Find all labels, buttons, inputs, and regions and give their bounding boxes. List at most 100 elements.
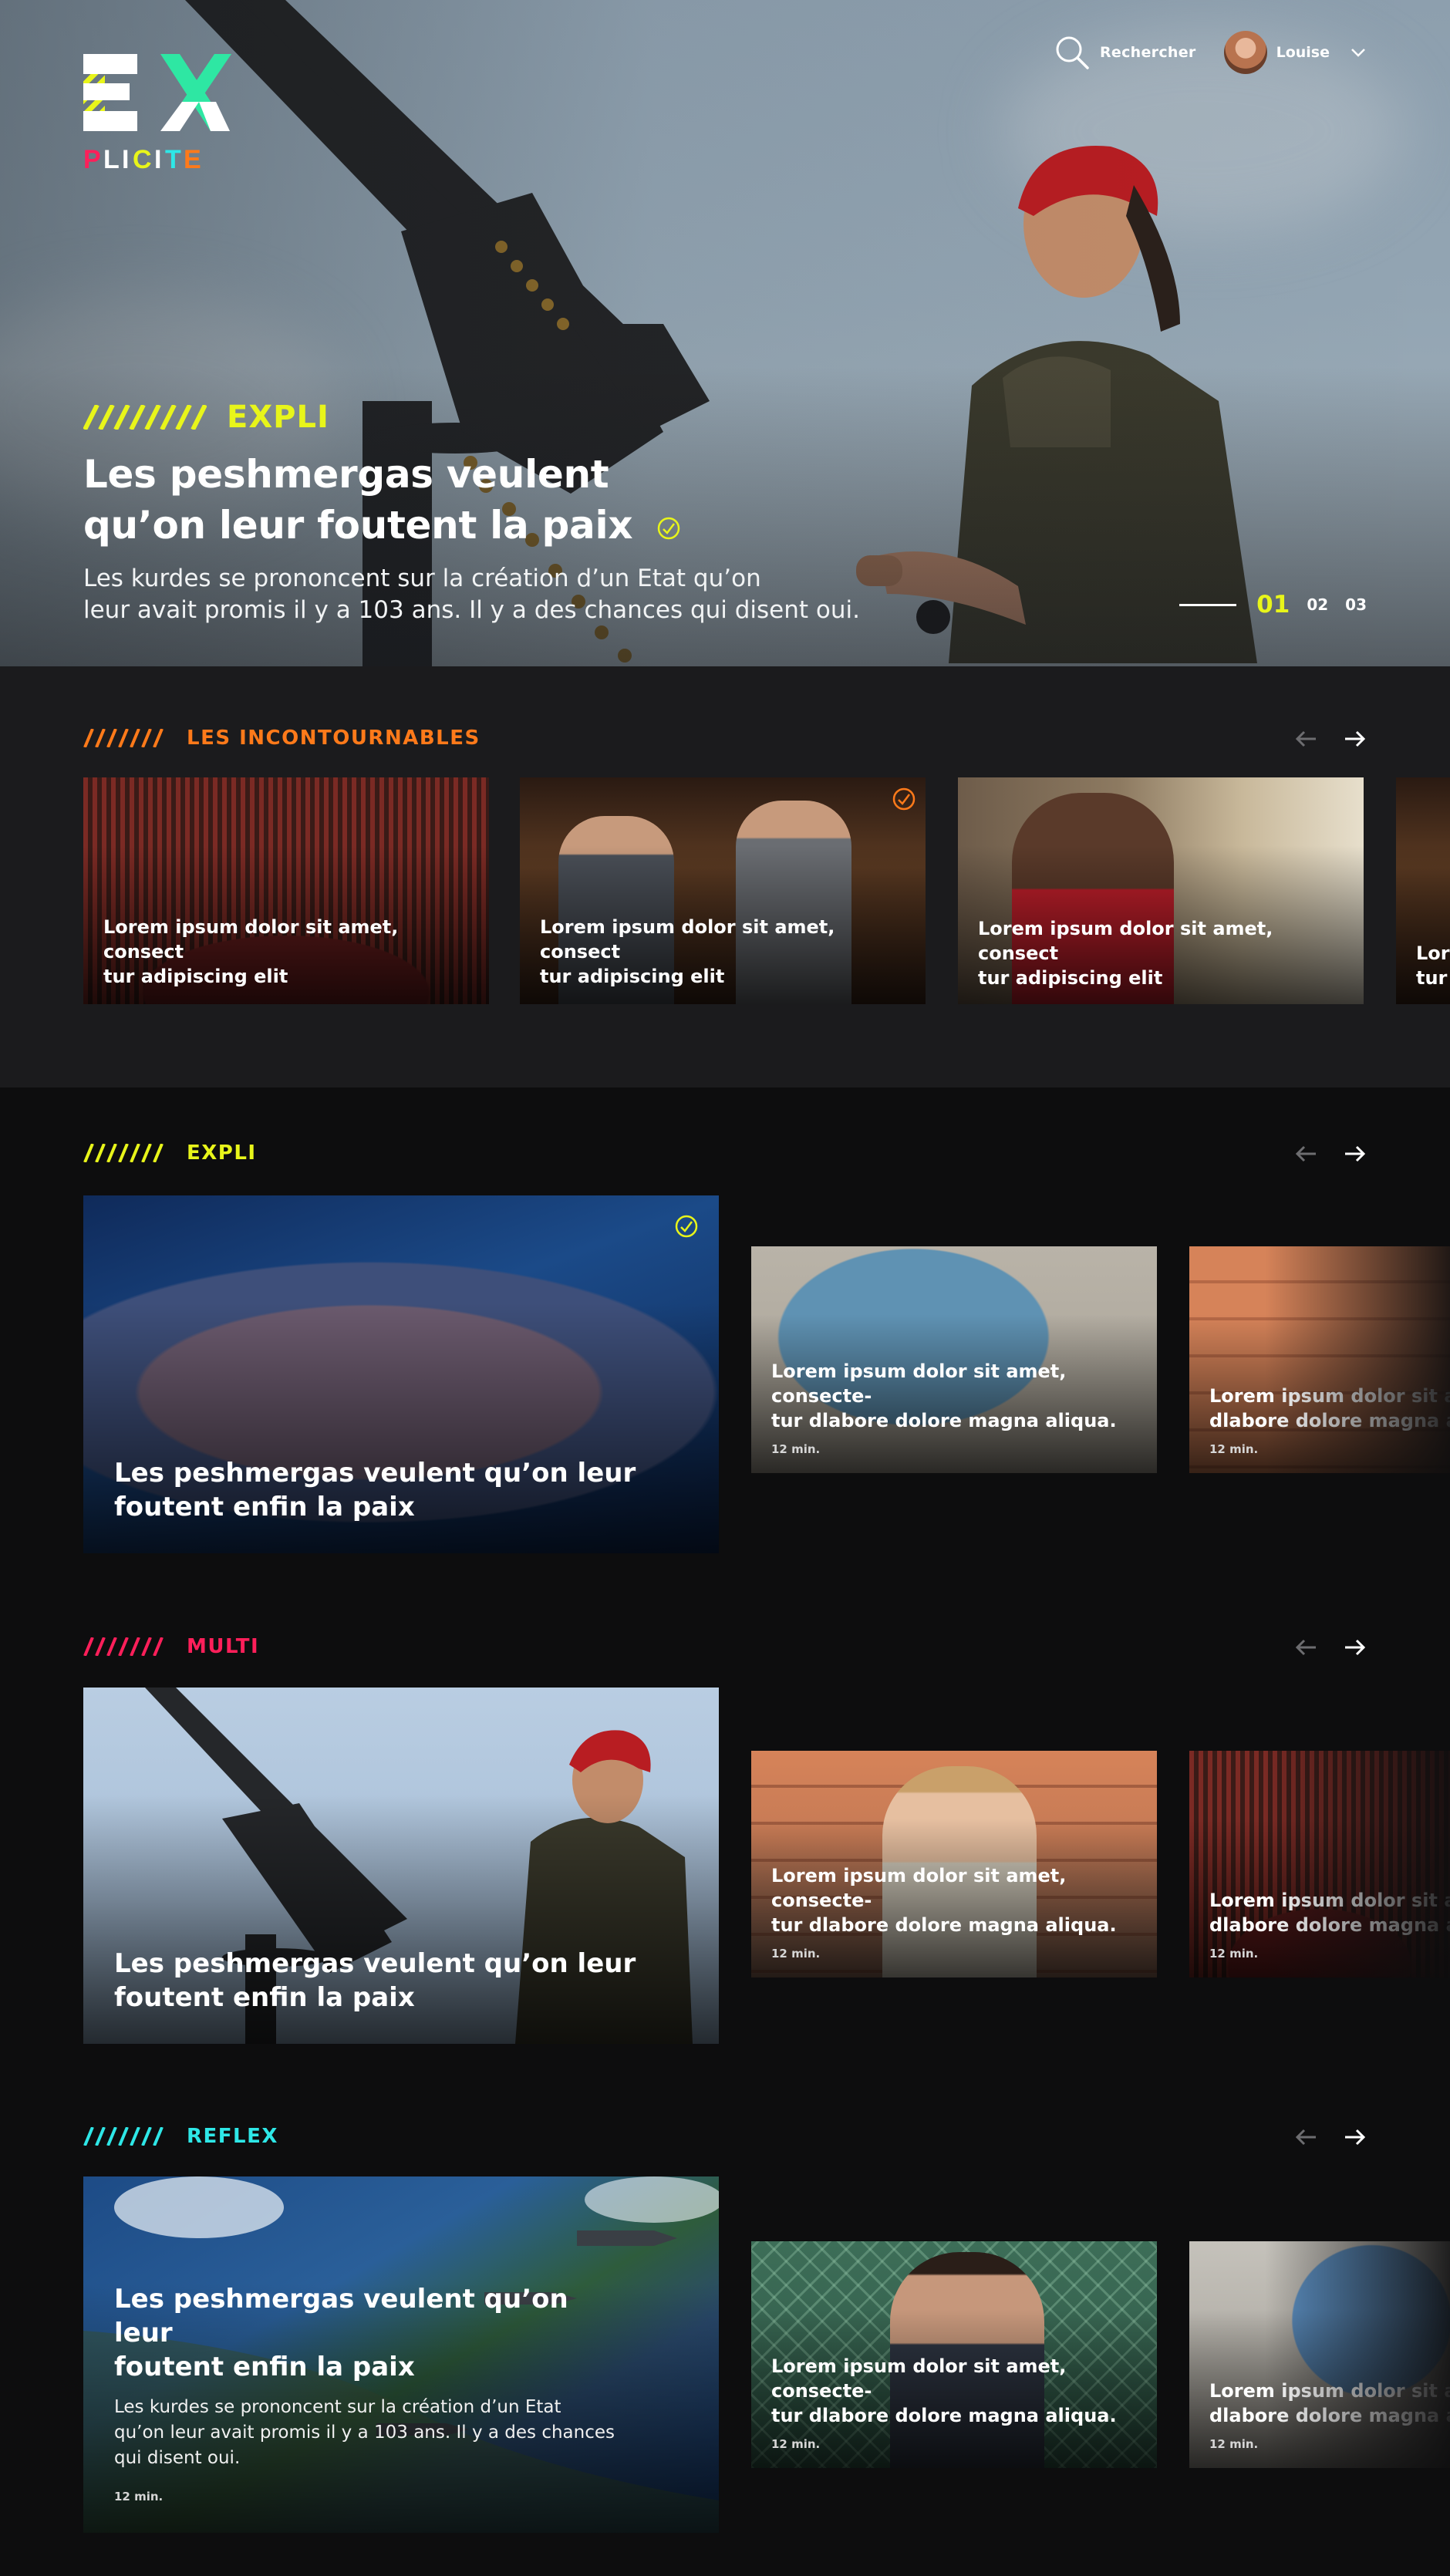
arrow-right-icon[interactable] <box>1344 1145 1367 1163</box>
carousel-arrows <box>1294 1145 1367 1163</box>
card-duration: 12 min. <box>771 1947 821 1961</box>
section-title[interactable]: MULTI <box>187 1635 259 1658</box>
article-card[interactable]: Lorem ipsum dolor sit ame dlabore dolore… <box>1189 1246 1450 1473</box>
article-card[interactable]: Lorem ipsum dolor sit amet, consecte- tu… <box>751 2241 1157 2468</box>
card-title-line: tur adipiscing elit <box>540 966 725 987</box>
card-title: Lorem ipsum dolor sit amet, consect tur … <box>978 916 1345 990</box>
arrow-left-icon[interactable] <box>1294 1638 1317 1657</box>
arrow-left-icon[interactable] <box>1294 2128 1317 2146</box>
hero-category[interactable]: EXPLI <box>227 400 329 435</box>
card-title-line: dlabore dolore magna aliqua. <box>1209 1914 1450 1936</box>
card-duration: 12 min. <box>771 1442 821 1456</box>
svg-text:T: T <box>165 145 181 171</box>
card-title: Lorem ipsum dolor sit ame dlabore dolore… <box>1209 2379 1450 2428</box>
article-card[interactable]: Lorem ipsum dolor sit amet, consect tur … <box>520 777 926 1004</box>
card-title-line: Lorem ipsum dolor sit amet, consect <box>540 916 835 963</box>
section-header: MULTI <box>83 1635 259 1658</box>
card-title-line: tur dlabore dolore magna aliqua. <box>771 1914 1117 1936</box>
card-title-line: tur adipiscing elit <box>978 967 1163 989</box>
article-card[interactable]: Lore tur <box>1396 777 1450 1004</box>
featured-description-line: Les kurdes se prononcent sur la création… <box>114 2397 561 2417</box>
card-title-line: Lorem ipsum dolor sit amet, consect <box>978 918 1273 964</box>
article-card[interactable]: Lorem ipsum dolor sit amet, consect tur … <box>83 777 489 1004</box>
category-slashes <box>83 2127 164 2146</box>
hero-article[interactable]: EXPLI Les peshmergas veulent qu’on leur … <box>83 400 885 626</box>
category-slashes <box>83 729 164 747</box>
search-button[interactable]: Rechercher <box>1055 35 1196 69</box>
pager-current[interactable]: 01 <box>1256 591 1290 619</box>
card-duration: 12 min. <box>1209 1947 1259 1961</box>
featured-article-card[interactable]: Les peshmergas veulent qu’on leur fouten… <box>83 1688 719 2044</box>
arrow-right-icon[interactable] <box>1344 1638 1367 1657</box>
section-header: LES INCONTOURNABLES <box>83 727 481 750</box>
pager-indicator <box>1179 603 1237 606</box>
card-text: Lorem ipsum dolor sit amet, consecte- tu… <box>771 1359 1138 1456</box>
carousel-arrows <box>1294 1638 1367 1657</box>
article-card[interactable]: Lorem ipsum dolor sit amet, c dlabore do… <box>1189 1751 1450 1978</box>
category-slashes <box>83 1144 164 1162</box>
svg-text:I: I <box>122 145 129 171</box>
section-expli: EXPLI Les peshmergas veulent qu’on leur … <box>0 1087 1450 1581</box>
explicite-logo[interactable]: P L I C I T E <box>83 51 231 171</box>
user-name: Louise <box>1276 44 1330 61</box>
card-title-line: Lorem ipsum dolor sit amet, consecte- <box>771 1865 1067 1911</box>
arrow-right-icon[interactable] <box>1344 2128 1367 2146</box>
svg-text:I: I <box>154 145 161 171</box>
card-text: Lorem ipsum dolor sit ame dlabore dolore… <box>1209 2379 1450 2451</box>
svg-text:E: E <box>184 145 201 171</box>
pager-page-03[interactable]: 03 <box>1345 595 1367 614</box>
section-title[interactable]: REFLEX <box>187 2125 278 2148</box>
card-title-line: Lore <box>1416 942 1450 964</box>
user-menu[interactable]: Louise <box>1223 31 1367 74</box>
arrow-left-icon[interactable] <box>1294 1145 1317 1163</box>
section-title[interactable]: LES INCONTOURNABLES <box>187 727 481 750</box>
pager-page-02[interactable]: 02 <box>1307 595 1328 614</box>
featured-title-line: foutent enfin la paix <box>114 1492 415 1522</box>
featured-title-line: Les peshmergas veulent qu’on leur <box>114 2284 568 2348</box>
arrow-left-icon[interactable] <box>1294 730 1317 748</box>
check-circle-icon <box>658 517 680 539</box>
section-title[interactable]: EXPLI <box>187 1141 257 1165</box>
article-card[interactable]: Lorem ipsum dolor sit ame dlabore dolore… <box>1189 2241 1450 2468</box>
arrow-right-icon[interactable] <box>1344 730 1367 748</box>
card-title: Lore tur <box>1416 941 1450 990</box>
hero-description: Les kurdes se prononcent sur la création… <box>83 563 885 626</box>
category-slashes <box>83 1637 164 1656</box>
card-title-line: Lorem ipsum dolor sit amet, c <box>1209 1890 1450 1911</box>
card-title-line: Lorem ipsum dolor sit ame <box>1209 1385 1450 1407</box>
featured-title-line: Les peshmergas veulent qu’on leur <box>114 1948 636 1979</box>
carousel-arrows <box>1294 730 1367 748</box>
hero-title-line: qu’on leur foutent la paix <box>83 503 633 548</box>
featured-article-card[interactable]: Les peshmergas veulent qu’on leur fouten… <box>83 2176 719 2533</box>
featured-duration: 12 min. <box>114 2490 164 2504</box>
featured-title: Les peshmergas veulent qu’on leur fouten… <box>114 2282 626 2384</box>
card-title-line: Lorem ipsum dolor sit ame <box>1209 2380 1450 2402</box>
card-duration: 12 min. <box>1209 2437 1259 2451</box>
card-title: Lorem ipsum dolor sit amet, consect tur … <box>103 915 470 989</box>
card-text: Lorem ipsum dolor sit amet, consecte- tu… <box>771 1863 1138 1961</box>
card-title-line: tur <box>1416 967 1448 989</box>
featured-text: Les peshmergas veulent qu’on leur fouten… <box>114 2282 626 2504</box>
card-title-line: Lorem ipsum dolor sit amet, consecte- <box>771 2355 1067 2402</box>
section-multi: MULTI Les peshmergas veulent qu’on leur … <box>0 1581 1450 2075</box>
featured-title: Les peshmergas veulent qu’on leur fouten… <box>114 1456 700 1524</box>
card-title: Lorem ipsum dolor sit amet, consecte- tu… <box>771 1359 1138 1433</box>
article-card[interactable]: Lorem ipsum dolor sit amet, consecte- tu… <box>751 1246 1157 1473</box>
featured-title: Les peshmergas veulent qu’on leur fouten… <box>114 1947 700 2015</box>
hero-banner[interactable]: P L I C I T E Rechercher Louise EXPLI Le… <box>0 0 1450 666</box>
chevron-down-icon <box>1351 49 1365 57</box>
svg-text:P: P <box>83 145 101 171</box>
article-card[interactable]: Lorem ipsum dolor sit amet, consect tur … <box>958 777 1364 1004</box>
hero-description-line: Les kurdes se prononcent sur la création… <box>83 565 761 592</box>
hero-title[interactable]: Les peshmergas veulent qu’on leur fouten… <box>83 449 885 551</box>
hero-description-line: leur avait promis il y a 103 ans. Il y a… <box>83 596 860 624</box>
card-title: Lorem ipsum dolor sit amet, consect tur … <box>540 915 907 989</box>
featured-article-card[interactable]: Les peshmergas veulent qu’on leur fouten… <box>83 1195 719 1553</box>
card-duration: 12 min. <box>1209 1442 1259 1456</box>
card-title: Lorem ipsum dolor sit ame dlabore dolore… <box>1209 1384 1450 1433</box>
article-card[interactable]: Lorem ipsum dolor sit amet, consecte- tu… <box>751 1751 1157 1978</box>
hero-title-line: Les peshmergas veulent <box>83 452 609 497</box>
hero-pager: 01 02 03 <box>1179 591 1367 619</box>
check-circle-icon <box>675 1215 698 1238</box>
carousel-arrows <box>1294 2128 1367 2146</box>
